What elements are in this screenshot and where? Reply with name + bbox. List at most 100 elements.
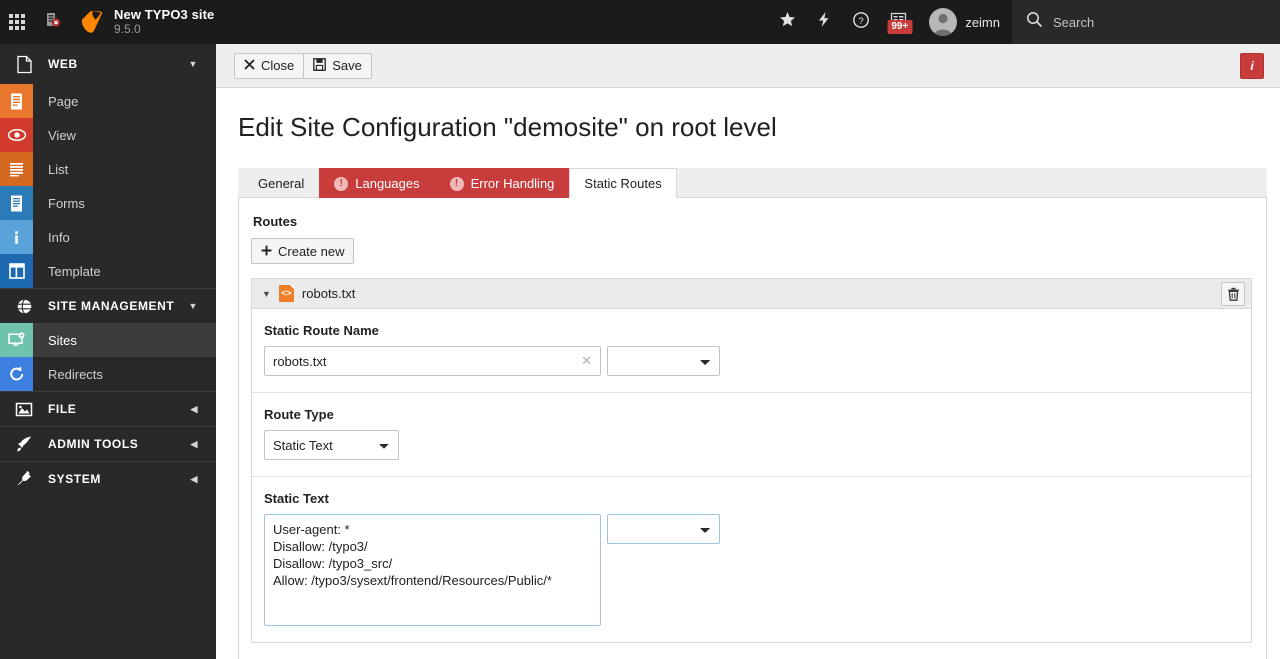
module-content: Close Save i Edit Site Configuration "de… bbox=[216, 44, 1280, 659]
grid-icon bbox=[9, 14, 25, 30]
search-field[interactable]: Search bbox=[1012, 0, 1280, 44]
tab-panel-static-routes: Routes Create new ▼ <> robots.txt Static… bbox=[238, 198, 1267, 659]
route-panel-actions bbox=[1221, 281, 1245, 306]
sidebar-section-admin-tools[interactable]: ADMIN TOOLS ◀ bbox=[0, 427, 216, 461]
search-input[interactable]: Search bbox=[1053, 15, 1094, 30]
module-menu: WEB ▼ Page View List Forms Info Template… bbox=[0, 44, 216, 659]
forms-icon bbox=[0, 186, 33, 220]
chevron-left-icon: ◀ bbox=[190, 473, 198, 484]
route-type-select[interactable]: Static Text bbox=[264, 430, 399, 460]
route-panel-header[interactable]: ▼ <> robots.txt bbox=[252, 279, 1251, 309]
sidebar-item-template[interactable]: Template bbox=[0, 254, 216, 288]
static-route-name-input[interactable] bbox=[264, 346, 601, 376]
info-button-label: i bbox=[1250, 59, 1254, 73]
clear-cache-button[interactable] bbox=[34, 0, 72, 44]
sidebar-item-label-page: Page bbox=[48, 93, 79, 109]
username-label: zeimn bbox=[965, 14, 1000, 30]
typo3-logo[interactable] bbox=[72, 0, 114, 44]
sidebar-section-file[interactable]: FILE ◀ bbox=[0, 392, 216, 426]
sidebar-item-page[interactable]: Page bbox=[0, 84, 216, 118]
tab-error-handling[interactable]: ! Error Handling bbox=[434, 168, 570, 198]
field-controls: User-agent: * Disallow: /typo3/ Disallow… bbox=[264, 514, 1239, 626]
route-panel: ▼ <> robots.txt Static Route Name robots… bbox=[251, 278, 1252, 643]
route-panel-title: robots.txt bbox=[301, 286, 356, 301]
notification-badge: 99+ bbox=[887, 20, 913, 34]
chevron-down-icon: ▼ bbox=[188, 301, 198, 311]
information-icon[interactable]: i bbox=[1240, 53, 1264, 79]
tab-bar: General ! Languages ! Error Handling Sta… bbox=[238, 168, 1267, 198]
typo3-logo-icon bbox=[81, 10, 103, 33]
user-menu[interactable]: zeimn bbox=[917, 0, 1012, 44]
code-file-icon: <> bbox=[278, 285, 294, 302]
sidebar-section-label-file: FILE bbox=[48, 402, 77, 416]
module-body: Edit Site Configuration "demosite" on ro… bbox=[216, 88, 1280, 659]
sidebar-section-label-admin-tools: ADMIN TOOLS bbox=[48, 437, 139, 451]
svg-text:?: ? bbox=[859, 15, 864, 26]
clear-x-icon[interactable]: ✕ bbox=[581, 353, 592, 369]
sidebar-item-redirects[interactable]: Redirects bbox=[0, 357, 216, 391]
flash-messages-button[interactable] bbox=[806, 0, 842, 44]
module-menu-toggle[interactable] bbox=[0, 0, 34, 44]
static-text-textarea[interactable]: User-agent: * Disallow: /typo3/ Disallow… bbox=[264, 514, 601, 626]
field-label-route-type: Route Type bbox=[264, 407, 334, 422]
template-icon bbox=[0, 254, 33, 288]
save-button[interactable]: Save bbox=[303, 52, 372, 79]
sidebar-section-web[interactable]: WEB ▼ bbox=[0, 44, 216, 84]
create-new-button[interactable]: Create new bbox=[251, 238, 355, 264]
close-x-icon bbox=[244, 58, 255, 73]
page-icon bbox=[0, 84, 33, 118]
sidebar-section-site-management[interactable]: SITE MANAGEMENT ▼ bbox=[0, 289, 216, 323]
site-name: New TYPO3 site 9.5.0 bbox=[114, 0, 214, 44]
field-static-text: Static Text User-agent: * Disallow: /typ… bbox=[252, 477, 1251, 642]
help-button[interactable]: ? bbox=[842, 0, 880, 44]
tab-general[interactable]: General bbox=[243, 168, 319, 198]
save-button-label: Save bbox=[332, 58, 362, 73]
doc-header: Close Save i bbox=[216, 44, 1280, 88]
avatar bbox=[929, 8, 958, 36]
clear-cache-icon bbox=[44, 11, 62, 34]
sidebar-item-forms[interactable]: Forms bbox=[0, 186, 216, 220]
create-new-wrapper: Create new bbox=[251, 238, 1252, 264]
field-route-type: Route Type Static Text bbox=[252, 393, 1251, 477]
tab-static-routes-label: Static Routes bbox=[584, 176, 662, 191]
notifications-button[interactable]: 99+ bbox=[880, 0, 917, 44]
field-static-route-name: Static Route Name ✕ bbox=[252, 309, 1251, 393]
sidebar-section-label-web: WEB bbox=[48, 57, 78, 71]
rocket-icon bbox=[0, 435, 48, 453]
close-button[interactable]: Close bbox=[234, 52, 305, 79]
sidebar-item-view[interactable]: View bbox=[0, 118, 216, 152]
info-icon bbox=[0, 220, 33, 254]
plug-icon bbox=[0, 470, 48, 488]
sidebar-item-sites[interactable]: Sites bbox=[0, 323, 216, 357]
page-document-icon bbox=[0, 55, 48, 74]
static-text-extra-select[interactable] bbox=[607, 514, 720, 544]
sites-icon bbox=[0, 323, 33, 357]
site-title: New TYPO3 site bbox=[114, 7, 215, 22]
create-new-button-label: Create new bbox=[278, 243, 345, 259]
tab-languages[interactable]: ! Languages bbox=[319, 168, 435, 198]
tab-error-handling-label: Error Handling bbox=[470, 176, 555, 191]
field-controls: ✕ bbox=[264, 346, 1239, 376]
error-icon: ! bbox=[449, 176, 464, 191]
tab-languages-label: Languages bbox=[355, 176, 420, 191]
eye-icon bbox=[0, 118, 33, 152]
site-version: 9.5.0 bbox=[114, 22, 141, 36]
field-label-static-route-name: Static Route Name bbox=[264, 323, 379, 338]
field-label-static-text: Static Text bbox=[264, 491, 329, 506]
sidebar-item-list[interactable]: List bbox=[0, 152, 216, 186]
chevron-down-icon[interactable]: ▼ bbox=[262, 289, 271, 299]
close-button-label: Close bbox=[261, 58, 295, 73]
static-route-name-extra-select[interactable] bbox=[607, 346, 720, 376]
sidebar-item-label-sites: Sites bbox=[48, 332, 77, 348]
plus-icon bbox=[261, 244, 272, 259]
trash-icon[interactable] bbox=[1221, 281, 1245, 306]
top-bar: New TYPO3 site 9.5.0 ? 99+ zeimn Search bbox=[0, 0, 1280, 44]
sidebar-item-info[interactable]: Info bbox=[0, 220, 216, 254]
sidebar-section-system[interactable]: SYSTEM ◀ bbox=[0, 462, 216, 496]
bookmark-button[interactable] bbox=[769, 0, 806, 44]
redirect-icon bbox=[0, 357, 33, 391]
tab-static-routes[interactable]: Static Routes bbox=[569, 168, 677, 198]
page-title: Edit Site Configuration "demosite" on ro… bbox=[238, 112, 777, 142]
help-question-icon: ? bbox=[852, 11, 870, 34]
